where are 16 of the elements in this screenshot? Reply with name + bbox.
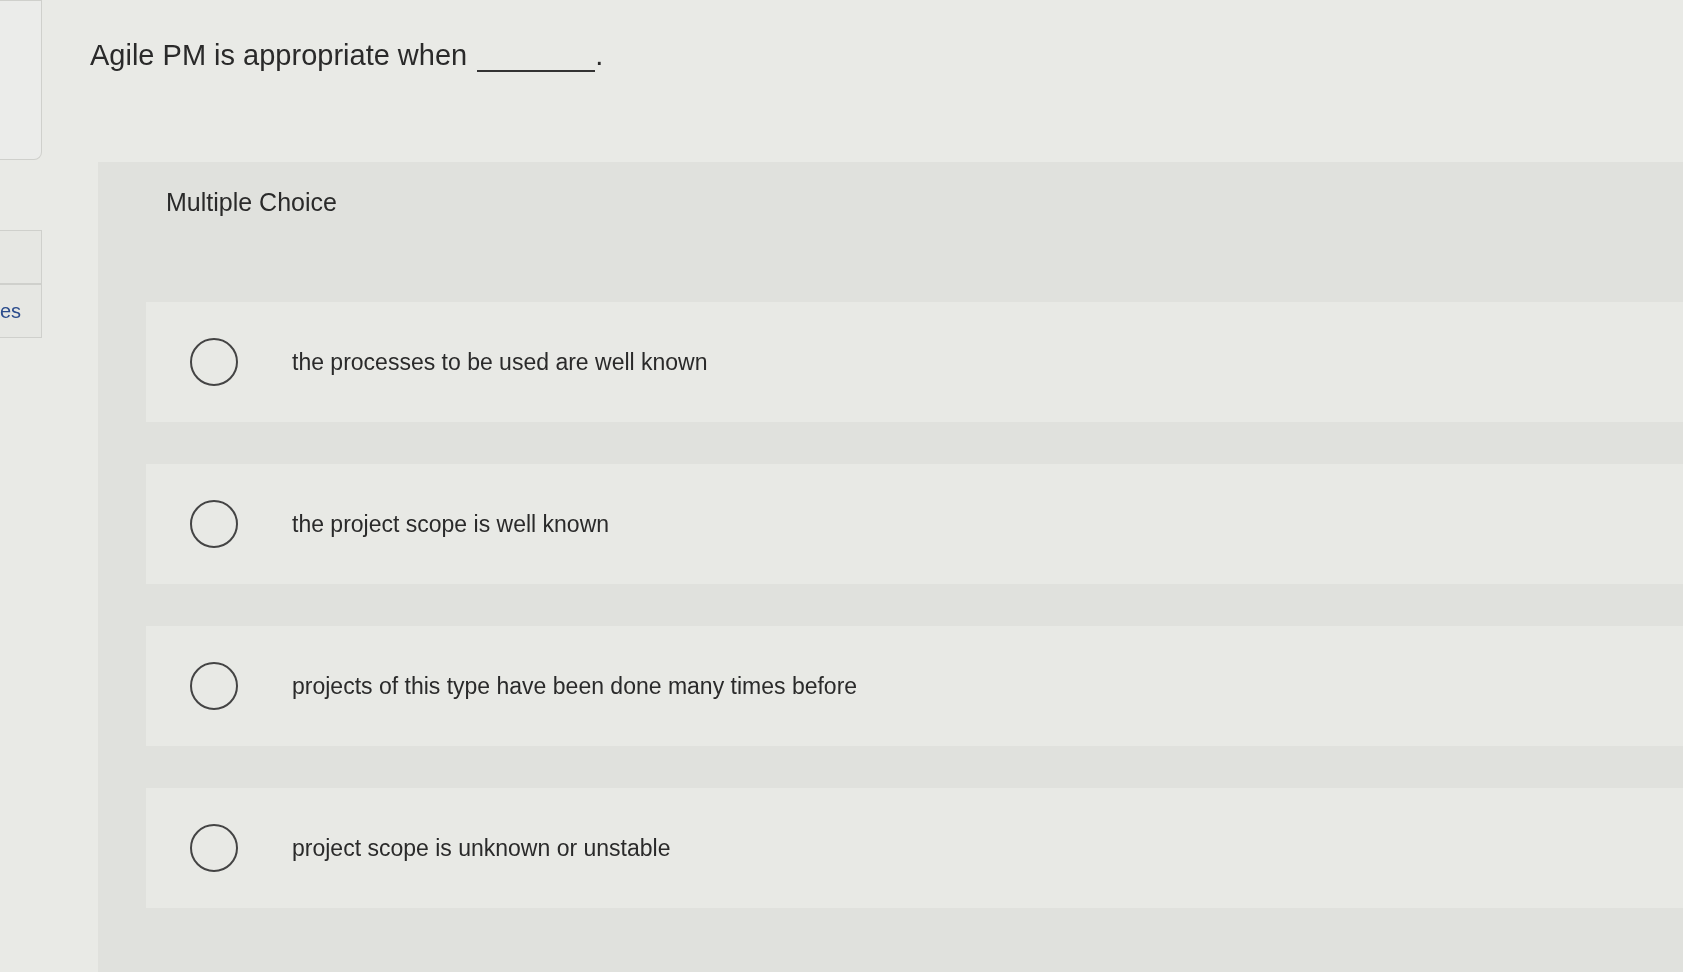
option-label: the processes to be used are well known: [292, 348, 708, 376]
answer-option[interactable]: projects of this type have been done many times before: [146, 626, 1683, 746]
radio-button[interactable]: [190, 500, 238, 548]
question-period: .: [595, 39, 604, 72]
option-label: the project scope is well known: [292, 510, 610, 538]
question-text: Agile PM is appropriate when: [90, 39, 468, 72]
sidebar-tab[interactable]: es: [0, 284, 42, 338]
radio-button[interactable]: [190, 662, 238, 710]
answer-option[interactable]: the project scope is well known: [146, 464, 1683, 584]
radio-button[interactable]: [190, 824, 238, 872]
radio-button[interactable]: [190, 338, 238, 386]
option-label: project scope is unknown or unstable: [292, 834, 671, 862]
answer-option[interactable]: the processes to be used are well known: [146, 302, 1683, 422]
option-label: projects of this type have been done many times before: [292, 672, 858, 700]
panel-heading: Multiple Choice: [166, 187, 337, 217]
answer-option[interactable]: project scope is unknown or unstable: [146, 788, 1683, 908]
